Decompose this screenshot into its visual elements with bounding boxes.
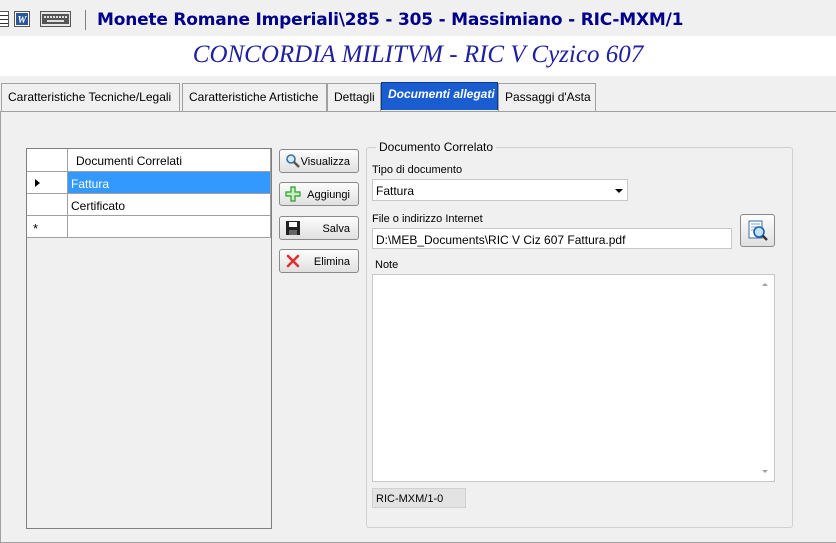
magnifier-icon	[286, 154, 300, 168]
chevron-down-icon[interactable]	[615, 189, 623, 193]
note-label: Note	[375, 259, 399, 271]
document-type-select[interactable]: Fattura	[372, 179, 628, 201]
row-selector-current[interactable]	[27, 172, 68, 194]
keyboard-icon[interactable]	[40, 11, 71, 27]
group-title: Documento Correlato	[376, 140, 497, 154]
tab-passaggi-asta[interactable]: Passaggi d'Asta	[498, 83, 596, 111]
save-button-label: Salva	[322, 223, 350, 235]
new-row-marker: *	[27, 216, 68, 238]
new-row-cell[interactable]	[68, 216, 271, 238]
table-row[interactable]: Fattura	[68, 172, 271, 194]
tab-dettagli[interactable]: Dettagli	[327, 83, 381, 111]
add-button[interactable]: Aggiungi	[279, 182, 359, 206]
scroll-down-icon[interactable]	[762, 470, 768, 473]
toolbar-separator	[85, 10, 86, 30]
word-icon[interactable]: W	[14, 11, 30, 27]
browse-file-button[interactable]	[740, 214, 775, 247]
coin-legend: CONCORDIA MILITVM - RIC V Cyzico 607	[0, 36, 836, 76]
view-button[interactable]: Visualizza	[279, 149, 359, 173]
file-path-value: D:\MEB_Documents\RIC V Ciz 607 Fattura.p…	[376, 233, 626, 247]
plus-icon	[285, 186, 301, 202]
scroll-up-icon[interactable]	[762, 283, 768, 286]
view-button-label: Visualizza	[300, 156, 350, 168]
file-path-input[interactable]: D:\MEB_Documents\RIC V Ciz 607 Fattura.p…	[372, 228, 732, 249]
svg-text:W: W	[18, 15, 28, 26]
red-x-icon	[286, 254, 300, 268]
document-code: RIC-MXM/1-0	[372, 488, 466, 508]
title-bar: W Monete Romane Imperiali\285 - 305 - Ma…	[0, 0, 836, 37]
document-type-label: Tipo di documento	[372, 164, 463, 176]
grid-column-header[interactable]: Documenti Correlati	[68, 149, 271, 172]
table-row[interactable]: Certificato	[68, 194, 271, 216]
document-type-value: Fattura	[376, 184, 415, 198]
delete-button-label: Elimina	[313, 256, 350, 268]
add-button-label: Aggiungi	[307, 189, 350, 201]
tab-bar: Caratteristiche Tecniche/Legali Caratter…	[0, 82, 836, 112]
current-row-arrow-icon	[35, 179, 40, 187]
delete-button[interactable]: Elimina	[279, 249, 359, 273]
window-title: Monete Romane Imperiali\285 - 305 - Mass…	[97, 10, 684, 30]
floppy-icon	[286, 221, 300, 235]
row-selector[interactable]	[27, 194, 68, 216]
grid-icon[interactable]	[0, 11, 9, 27]
file-label: File o indirizzo Internet	[372, 213, 483, 225]
file-search-icon	[748, 220, 768, 241]
save-button[interactable]: Salva	[279, 216, 359, 240]
grid-corner	[27, 149, 68, 172]
note-textarea[interactable]	[372, 274, 775, 482]
tab-documenti-allegati[interactable]: Documenti allegati	[381, 82, 498, 110]
note-scrollbar[interactable]	[757, 275, 774, 481]
documents-grid[interactable]: Documenti Correlati Fattura Certificato …	[26, 148, 272, 529]
tab-caratteristiche-artistiche[interactable]: Caratteristiche Artistiche	[182, 83, 327, 111]
tab-caratteristiche-tecniche[interactable]: Caratteristiche Tecniche/Legali	[1, 83, 180, 111]
